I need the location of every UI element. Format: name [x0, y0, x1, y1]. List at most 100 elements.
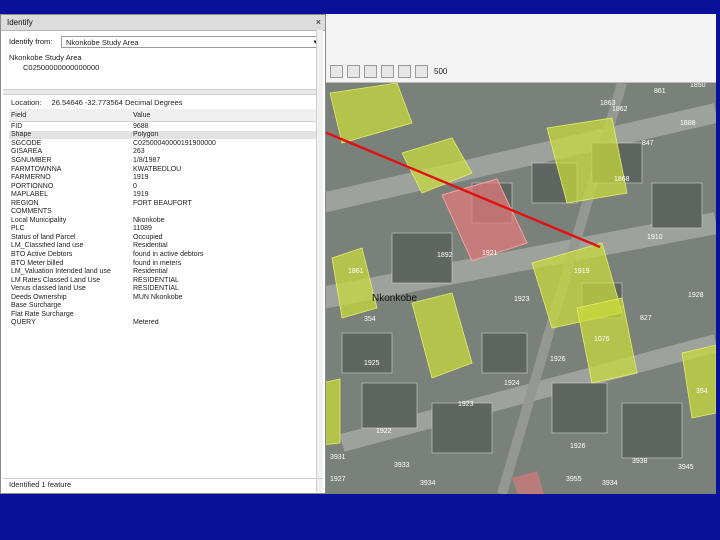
field-name-cell: FARMERNO	[11, 174, 51, 182]
table-row[interactable]: FARMTOWNNA KWATBEDLOU	[9, 165, 317, 174]
table-row[interactable]: FARMERNO 1919	[9, 173, 317, 182]
pan-tool-icon[interactable]	[330, 65, 343, 78]
parcel-label: 1910	[647, 234, 663, 241]
field-name-cell: FARMTOWNNA	[11, 165, 62, 173]
close-icon[interactable]: ×	[316, 15, 321, 30]
tree-feature-item[interactable]: C02500000000000000	[9, 63, 99, 73]
parcel-label: 1888	[680, 120, 696, 127]
field-value-cell: C02500040000191900000	[133, 139, 216, 147]
table-row[interactable]: Shape Polygon	[9, 130, 317, 140]
identify-from-dropdown[interactable]: Nkonkobe Study Area ▾	[61, 36, 320, 48]
table-row[interactable]: Flat Rate Surcharge	[9, 310, 317, 319]
field-name-cell: Shape	[9, 130, 131, 140]
parcel-label: 1922	[376, 428, 392, 435]
attribute-rows: FID 9688 Shape Polygon SGCODE C02500040000191…	[9, 122, 317, 328]
table-row[interactable]: Venus classed land Use RESIDENTIAL	[9, 284, 317, 293]
map-view[interactable]: 500 Nkonkobe 861 1850 1863 1862 1888 847…	[322, 14, 716, 494]
table-row[interactable]: BTO Meter billed found in meters	[9, 259, 317, 268]
field-value-cell: Nkonkobe	[133, 216, 165, 224]
identify-from-value: Nkonkobe Study Area	[66, 38, 139, 47]
field-value-cell: Residential	[133, 242, 168, 250]
parcel-label: 1926	[550, 356, 566, 363]
column-header-field[interactable]: Field	[9, 109, 131, 122]
map-tools-row: 500	[330, 65, 447, 78]
table-row[interactable]: COMMENTS	[9, 207, 317, 216]
parcel-label: 1861	[348, 268, 364, 275]
map-scale[interactable]: 500	[434, 67, 447, 76]
field-value-cell	[131, 207, 317, 216]
identify-tool-icon[interactable]	[415, 65, 428, 78]
field-name-cell: GISAREA	[11, 148, 43, 156]
place-name-label: Nkonkobe	[372, 293, 417, 304]
table-row[interactable]: Base Surcharge	[9, 301, 317, 310]
location-label: Location:	[11, 98, 42, 107]
tree-layer-item[interactable]: Nkonkobe Study Area	[9, 53, 99, 63]
parcel-label: 3931	[330, 454, 346, 461]
parcel-label: 1862	[612, 106, 628, 113]
field-name-cell: REGION	[11, 199, 39, 207]
full-extent-icon[interactable]	[347, 65, 360, 78]
field-value-cell: 1/8/1987	[133, 156, 161, 164]
parcel-label: 3938	[632, 458, 648, 465]
vertical-scrollbar[interactable]	[316, 30, 323, 492]
table-row[interactable]: QUERY Metered	[9, 319, 317, 328]
parcel-label: 3955	[566, 476, 582, 483]
field-name-cell: QUERY	[11, 319, 36, 327]
field-value-cell: 263	[133, 148, 145, 156]
parcel-label: 827	[640, 315, 652, 322]
map-canvas[interactable]: Nkonkobe 861 1850 1863 1862 1888 847 186…	[322, 83, 716, 494]
table-row[interactable]: PLC 11089	[9, 225, 317, 234]
parcel-label: 847	[642, 140, 654, 147]
parcel-label: 3933	[394, 462, 410, 469]
field-name-cell: SGNUMBER	[11, 156, 52, 164]
parcel-label: 1923	[458, 401, 474, 408]
field-name-cell: MAPLABEL	[11, 191, 48, 199]
field-name-cell: BTO Meter billed	[11, 259, 64, 267]
table-row[interactable]: SGCODE C02500040000191900000	[9, 139, 317, 148]
field-name-cell: BTO Active Debtors	[11, 250, 73, 258]
identify-titlebar[interactable]: Identify ×	[1, 15, 325, 31]
map-toolbar: 500	[322, 14, 716, 83]
parcel-label: 861	[654, 88, 666, 95]
identify-from-label: Identify from:	[9, 37, 53, 46]
panel-splitter[interactable]	[3, 89, 323, 95]
field-name-cell: LM_Valuation Intended land use	[11, 268, 111, 276]
select-features-icon[interactable]	[398, 65, 411, 78]
identify-window[interactable]: Identify × Identify from: Nkonkobe Study…	[0, 14, 326, 494]
field-name-cell: LM Rates Classed Land Use	[11, 276, 101, 284]
parcel-label: 1924	[504, 380, 520, 387]
parcel-label: 3934	[602, 480, 618, 487]
parcel-label: 1927	[330, 476, 346, 483]
field-value-cell: found in active debtors	[133, 250, 204, 258]
table-row[interactable]: LM_Valuation Intended land use Residentia…	[9, 267, 317, 276]
field-value-cell	[131, 310, 317, 319]
previous-extent-icon[interactable]	[364, 65, 377, 78]
field-value-cell: 1919	[133, 191, 149, 199]
table-row[interactable]: LM_Classified land use Residential	[9, 242, 317, 251]
table-row[interactable]: Local Municipality Nkonkobe	[9, 216, 317, 225]
table-row[interactable]: Deeds Ownership MUN Nkonkobe	[9, 293, 317, 302]
table-row[interactable]: MAPLABEL 1919	[9, 190, 317, 199]
parcel-label: 354	[696, 388, 708, 395]
parcel-label: 1850	[690, 83, 706, 89]
parcel-label: 1925	[364, 360, 380, 367]
table-row[interactable]: SGNUMBER 1/8/1987	[9, 156, 317, 165]
field-value-cell: 1919	[133, 174, 149, 182]
table-row[interactable]: PORTIONNO 0	[9, 182, 317, 191]
parcel-label: 1868	[614, 176, 630, 183]
table-row[interactable]: BTO Active Debtors found in active debtor…	[9, 250, 317, 259]
attribute-table: Field Value FID 9688 Shape Polygon SGCODE C02…	[9, 109, 317, 327]
table-row[interactable]: REGION FORT BEAUFORT	[9, 199, 317, 208]
field-value-cell: MUN Nkonkobe	[133, 293, 183, 301]
column-header-value[interactable]: Value	[131, 109, 317, 122]
field-value-cell: found in meters	[133, 259, 182, 267]
table-row[interactable]: Status of land Parcel Occupied	[9, 233, 317, 242]
field-value-cell	[131, 301, 317, 310]
field-name-cell: SGCODE	[11, 139, 42, 147]
table-row[interactable]: GISAREA 263	[9, 148, 317, 157]
table-row[interactable]: LM Rates Classed Land Use RESIDENTIAL	[9, 276, 317, 285]
next-extent-icon[interactable]	[381, 65, 394, 78]
table-row[interactable]: FID 9688	[9, 122, 317, 131]
field-name-cell: LM_Classified land use	[11, 242, 84, 250]
field-name-cell: PORTIONNO	[11, 182, 54, 190]
